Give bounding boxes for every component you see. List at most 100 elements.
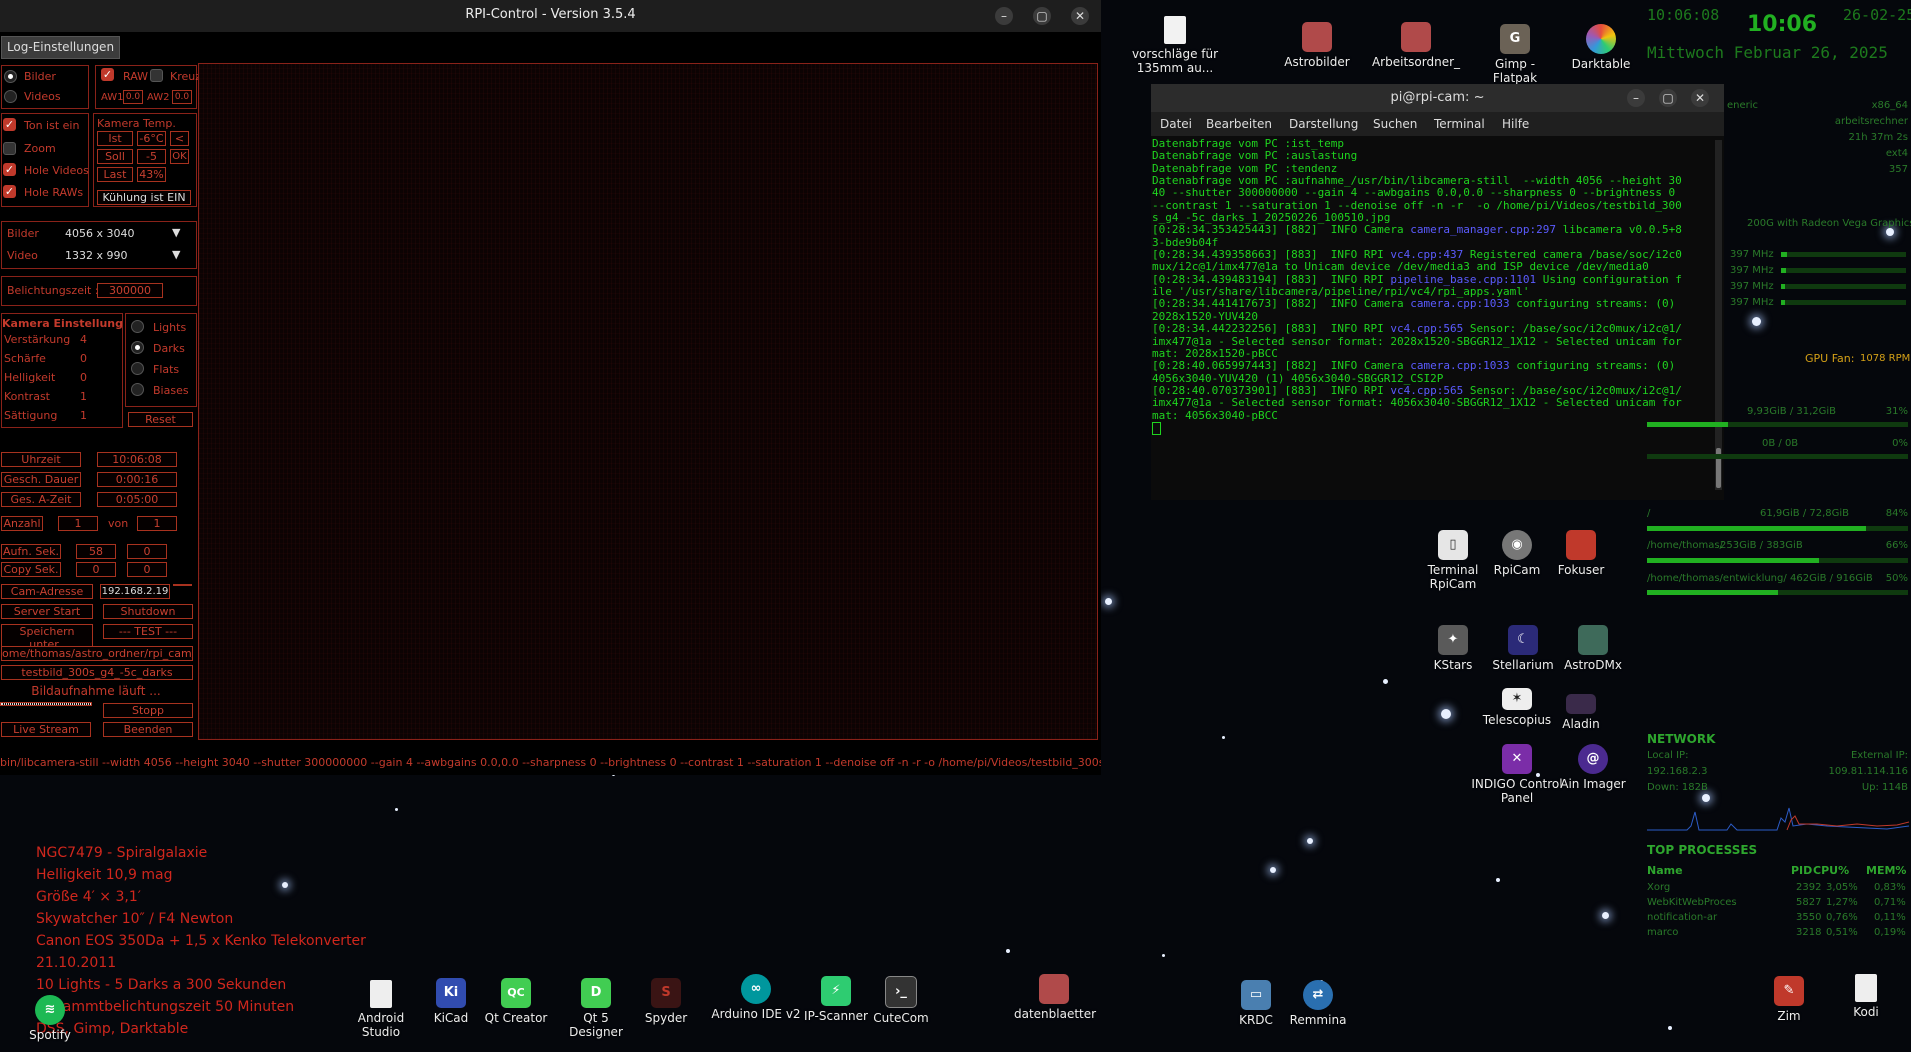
soll-field[interactable]: -5	[137, 149, 166, 164]
maximize-button[interactable]: ▢	[1659, 89, 1677, 107]
desktop-icon-astrodmx[interactable]: AstroDMx	[1553, 625, 1633, 672]
biases-label: Biases	[153, 384, 189, 397]
kreuz-checkbox[interactable]	[150, 69, 163, 82]
desktop-icon-aladin[interactable]: Aladin	[1541, 694, 1621, 731]
desktop-icon-kstars[interactable]: ✦ KStars	[1413, 625, 1493, 672]
bilder-radio[interactable]	[4, 70, 17, 83]
desktop-icon-astrobilder[interactable]: Astrobilder	[1277, 22, 1357, 69]
zoom-checkbox[interactable]	[3, 142, 16, 155]
desktop-icon-stellarium[interactable]: ☾ Stellarium	[1483, 625, 1563, 672]
hole-raws-checkbox[interactable]: ✓	[3, 185, 16, 198]
aufn-sek-label: Aufn. Sek.	[1, 544, 61, 559]
desktop-icon-datenblaetter[interactable]: datenblaetter	[1014, 974, 1096, 1021]
desktop-icon-spotify[interactable]: ≋ Spotify	[10, 995, 90, 1042]
minimize-button[interactable]: –	[995, 7, 1013, 25]
terminal-line: imx477@1a - Selected sensor format: 2028…	[1152, 334, 1682, 348]
close-button[interactable]: ✕	[1071, 7, 1089, 25]
darks-radio[interactable]	[131, 341, 144, 354]
menu-datei[interactable]: Datei	[1160, 117, 1192, 131]
conky-core-bar	[1781, 268, 1906, 273]
desktop-icon-cutecom[interactable]: ›_ CuteCom	[861, 976, 941, 1025]
videos-radio[interactable]	[4, 90, 17, 103]
desktop-icon-android-studio[interactable]: Android Studio	[341, 980, 421, 1039]
temp-ok-button[interactable]: OK	[170, 149, 189, 164]
close-button[interactable]: ✕	[1691, 89, 1709, 107]
desktop-icon-kodi[interactable]: Kodi	[1826, 974, 1906, 1019]
desktop-icon-qt5-designer[interactable]: D Qt 5 Designer	[556, 978, 636, 1039]
hole-videos-checkbox[interactable]: ✓	[3, 163, 16, 176]
conky-proc-name: WebKitWebProces	[1647, 897, 1737, 908]
cooling-toggle-button[interactable]: Kühlung ist EIN	[97, 190, 191, 205]
remmina-icon: ⇄	[1303, 980, 1333, 1010]
camera-temp-label: Kamera Temp.	[97, 117, 176, 130]
desktop-icon-gimp[interactable]: G Gimp - Flatpak	[1475, 24, 1555, 85]
biases-radio[interactable]	[131, 383, 144, 396]
filename-field[interactable]: testbild_300s_g4_-5c_darks	[1, 665, 193, 680]
menu-darstellung[interactable]: Darstellung	[1289, 117, 1358, 131]
rpi-titlebar[interactable]: RPI-Control - Version 3.5.4 – ▢ ✕	[0, 0, 1101, 32]
terminal-scrollbar[interactable]	[1715, 140, 1722, 490]
menu-hilfe[interactable]: Hilfe	[1502, 117, 1529, 131]
camera-preview[interactable]	[198, 63, 1098, 740]
temp-less-button[interactable]: <	[170, 131, 189, 146]
terminal-output[interactable]: Datenabfrage vom PC :ist_temp Datenabfrag…	[1152, 138, 1714, 498]
source-file: camera.cpp:1033	[1410, 359, 1510, 373]
lightning-icon: ⚡	[821, 976, 851, 1006]
lights-radio[interactable]	[131, 320, 144, 333]
gain-value[interactable]: 4	[80, 333, 87, 346]
test-button[interactable]: --- TEST ---	[103, 624, 193, 639]
shutdown-button[interactable]: Shutdown	[103, 604, 193, 619]
menu-suchen[interactable]: Suchen	[1373, 117, 1417, 131]
cam-address-field[interactable]: 192.168.2.19	[100, 584, 170, 599]
last-label: Last	[97, 167, 133, 182]
desktop-icon-vorschlaege[interactable]: vorschläge für 135mm au...	[1131, 16, 1219, 75]
conky-disk-bar	[1647, 526, 1908, 531]
start-button[interactable]	[0, 702, 92, 706]
aw1-field[interactable]: 0.0	[123, 90, 143, 104]
exit-button[interactable]: Beenden	[103, 722, 193, 737]
desktop-icon-indigo[interactable]: ✕ INDIGO Control Panel	[1469, 744, 1565, 805]
desktop-icon-remmina[interactable]: ⇄ Remmina	[1278, 980, 1358, 1027]
conky-proc-mem: 0,11%	[1874, 912, 1906, 923]
contrast-value[interactable]: 1	[80, 390, 87, 403]
stop-button[interactable]: Stopp	[103, 703, 193, 718]
arduino-icon: ∞	[741, 974, 771, 1004]
camera-icon: ◉	[1502, 530, 1532, 560]
reset-button[interactable]: Reset	[128, 412, 193, 427]
aw2-field[interactable]: 0.0	[172, 90, 192, 104]
chevron-down-icon[interactable]: ▼	[172, 226, 180, 239]
menu-terminal[interactable]: Terminal	[1434, 117, 1485, 131]
log-settings-tab[interactable]: Log-Einstellungen	[1, 36, 120, 59]
raw-checkbox[interactable]: ✓	[101, 68, 114, 81]
desktop-icon-qt-creator[interactable]: QC Qt Creator	[476, 978, 556, 1025]
maximize-button[interactable]: ▢	[1033, 7, 1051, 25]
conky-disk-value: 253GiB / 383GiB	[1720, 540, 1803, 551]
chevron-down-icon[interactable]: ▼	[172, 248, 180, 261]
desktop-icon-darktable[interactable]: Darktable	[1561, 24, 1641, 71]
save-path-field[interactable]: ome/thomas/astro_ordner/rpi_cam/te	[1, 646, 193, 661]
bilder-res-select[interactable]: 4056 x 3040	[65, 227, 135, 240]
server-start-button[interactable]: Server Start	[1, 604, 93, 619]
cam-address-button[interactable]	[173, 584, 192, 586]
video-res-select[interactable]: 1332 x 990	[65, 249, 128, 262]
flats-radio[interactable]	[131, 362, 144, 375]
menu-bearbeiten[interactable]: Bearbeiten	[1206, 117, 1272, 131]
minimize-button[interactable]: –	[1627, 89, 1645, 107]
desktop-icon-spyder[interactable]: S Spyder	[626, 978, 706, 1025]
terminal-titlebar[interactable]: pi@rpi-cam: ~ – ▢ ✕	[1151, 84, 1724, 112]
aufn-sek-value: 58	[76, 544, 116, 559]
anzahl-value[interactable]: 1	[58, 516, 98, 531]
log-message: libcamera v0.0.5+8	[1555, 223, 1682, 237]
conky-swap-pct: 0%	[1892, 438, 1908, 449]
desktop-icon-zim[interactable]: ✎ Zim	[1749, 976, 1829, 1023]
desktop-icon-arbeitsordner[interactable]: Arbeitsordner_ in_Arbeit	[1371, 22, 1461, 69]
desktop-icon-ain-imager[interactable]: @ Ain Imager	[1553, 744, 1633, 791]
saturation-value[interactable]: 1	[80, 409, 87, 422]
ton-checkbox[interactable]: ✓	[3, 118, 16, 131]
exposure-field[interactable]: 300000	[97, 283, 163, 298]
live-stream-button[interactable]: Live Stream	[1, 722, 91, 737]
desktop-icon-fokuser[interactable]: Fokuser	[1541, 530, 1621, 577]
desktop-icon-arduino[interactable]: ∞ Arduino IDE v2	[711, 974, 801, 1021]
sharpness-value[interactable]: 0	[80, 352, 87, 365]
brightness-value[interactable]: 0	[80, 371, 87, 384]
